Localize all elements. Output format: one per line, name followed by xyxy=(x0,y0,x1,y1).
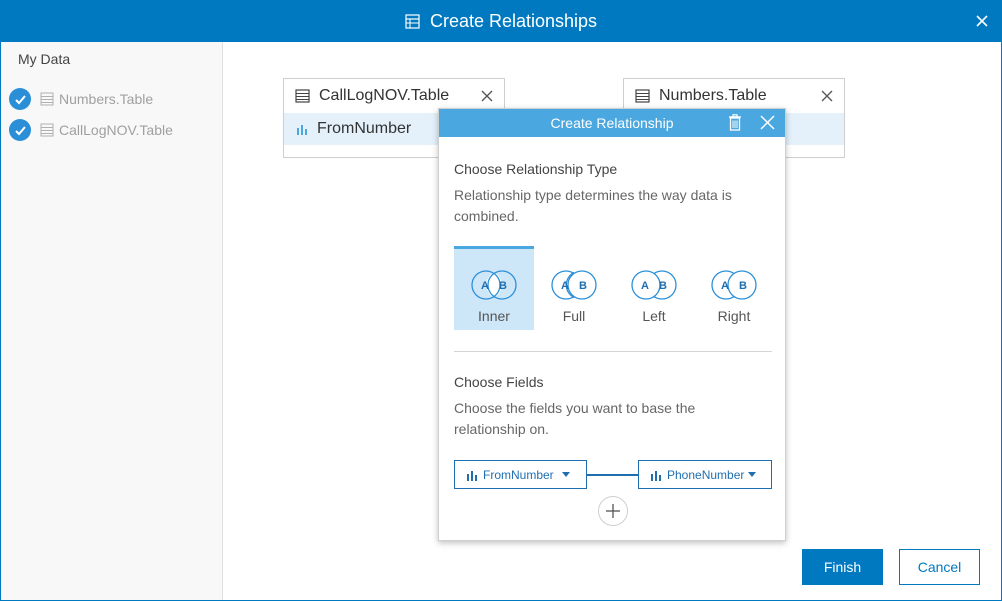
choose-fields-heading: Choose Fields xyxy=(454,374,544,390)
window-titlebar: Create Relationships xyxy=(1,1,1001,42)
join-field-label: FromNumber xyxy=(317,120,412,137)
dialog-header: Create Relationship xyxy=(439,109,785,137)
remove-card-icon[interactable] xyxy=(481,90,493,102)
dataset-item-numbers[interactable]: Numbers.Table xyxy=(9,87,153,111)
venn-inner-icon: A B xyxy=(471,270,517,300)
trash-icon[interactable] xyxy=(728,114,742,131)
venn-full-icon: A B xyxy=(551,270,597,300)
card-title: Numbers.Table xyxy=(659,87,767,104)
svg-text:A: A xyxy=(721,280,729,292)
close-icon[interactable] xyxy=(973,12,991,30)
check-icon[interactable] xyxy=(9,88,31,110)
sidebar-title: My Data xyxy=(18,51,71,67)
dataset-label: Numbers.Table xyxy=(59,91,154,107)
data-sidebar: My Data Numbers.Table CallLogNOV.Table xyxy=(1,42,223,600)
relationship-type-description: Relationship type determines the way dat… xyxy=(454,187,732,224)
left-field-dropdown[interactable]: FromNumber xyxy=(454,460,587,489)
dialog-title: Create Relationship xyxy=(550,115,674,131)
cancel-button[interactable]: Cancel xyxy=(899,549,980,585)
section-divider xyxy=(454,351,772,352)
dataset-item-calllognov[interactable]: CallLogNOV.Table xyxy=(9,118,173,142)
relationships-table-icon xyxy=(405,14,420,29)
check-icon[interactable] xyxy=(9,119,31,141)
table-icon xyxy=(40,123,54,137)
number-field-icon xyxy=(651,470,661,481)
svg-text:B: B xyxy=(659,280,667,292)
number-field-icon xyxy=(467,470,477,481)
table-icon xyxy=(635,89,650,103)
remove-card-icon[interactable] xyxy=(821,90,833,102)
close-icon[interactable] xyxy=(760,115,775,130)
relationship-type-left[interactable]: A B Left xyxy=(614,246,694,330)
right-field-label: PhoneNumber xyxy=(667,467,745,482)
right-field-dropdown[interactable]: PhoneNumber xyxy=(638,460,772,489)
type-label-full: Full xyxy=(562,308,586,324)
left-field-label: FromNumber xyxy=(483,467,554,482)
create-relationship-dialog: Create Relationship Choose Relationship … xyxy=(438,108,786,541)
svg-text:A: A xyxy=(481,280,489,292)
relationship-type-options: A B Inner A B Full A B Left A B Right xyxy=(454,246,774,330)
window-title: Create Relationships xyxy=(429,11,598,31)
svg-text:B: B xyxy=(499,280,507,292)
type-label-right: Right xyxy=(717,308,751,324)
relationship-type-heading: Choose Relationship Type xyxy=(454,161,618,177)
svg-text:B: B xyxy=(579,280,587,292)
type-label-left: Left xyxy=(642,308,666,324)
svg-text:B: B xyxy=(739,280,747,292)
type-label-inner: Inner xyxy=(478,308,510,324)
card-title: CallLogNOV.Table xyxy=(319,87,450,104)
choose-fields-description: Choose the fields you want to base the r… xyxy=(454,400,696,437)
add-field-pair-button[interactable] xyxy=(598,496,628,526)
relationship-type-full[interactable]: A B Full xyxy=(534,246,614,330)
number-field-icon xyxy=(297,125,307,135)
venn-right-icon: A B xyxy=(711,270,757,300)
table-icon xyxy=(40,92,54,106)
svg-text:A: A xyxy=(641,280,649,292)
finish-button[interactable]: Finish xyxy=(802,549,883,585)
table-icon xyxy=(295,89,310,103)
create-relationships-window: Create Relationships My Data Numbers.Tab… xyxy=(0,0,1002,601)
relationship-type-right[interactable]: A B Right xyxy=(694,246,774,330)
window-title-group: Create Relationships xyxy=(1,1,1001,42)
svg-text:A: A xyxy=(561,280,569,292)
chevron-down-icon xyxy=(561,472,570,477)
plus-icon xyxy=(606,504,620,518)
dataset-label: CallLogNOV.Table xyxy=(59,122,173,138)
venn-left-icon: A B xyxy=(631,270,677,300)
relationship-type-inner[interactable]: A B Inner xyxy=(454,246,534,330)
chevron-down-icon xyxy=(748,472,757,477)
field-connector-line xyxy=(587,474,639,476)
